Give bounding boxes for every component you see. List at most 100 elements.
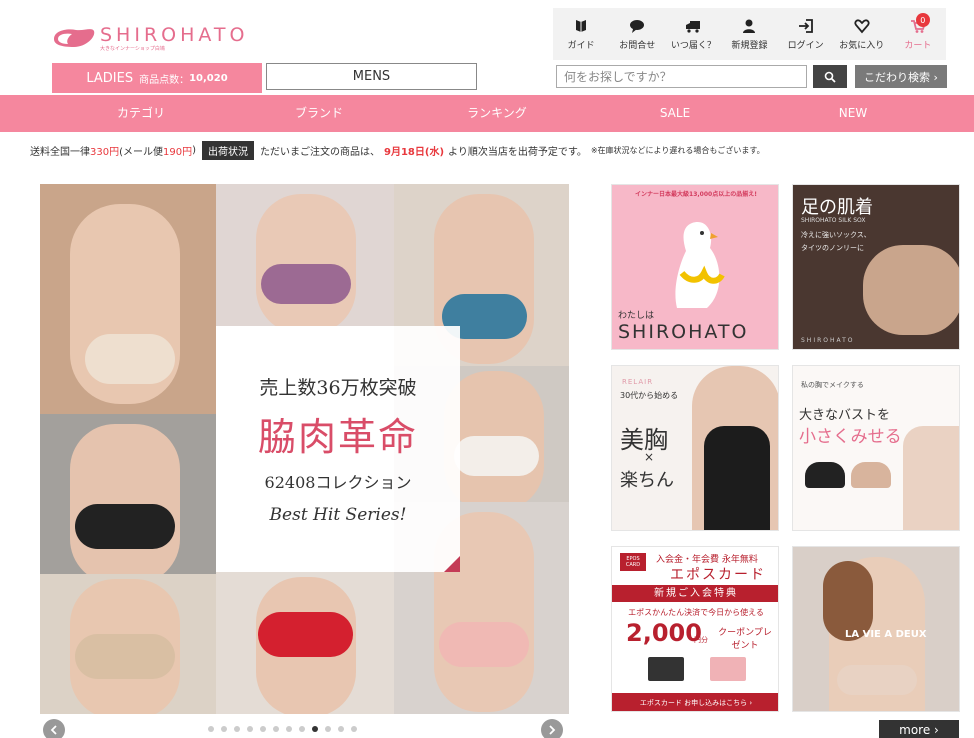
notice-text-5: より順次当店を出荷予定です。: [448, 146, 587, 158]
shirohato-logo[interactable]: SHIROHATO 大きなインナーショップ白鳩: [52, 20, 252, 56]
cart-label: カート: [904, 40, 932, 51]
favorites-label: お気に入り: [839, 40, 885, 51]
banner-2-text: 冷えに強いソックス、タイツのノンリーに: [801, 231, 871, 252]
tab-mens[interactable]: MENS: [266, 63, 477, 90]
advanced-search-button[interactable]: こだわり検索 ›: [855, 65, 947, 88]
notice-text-1: 送料全国一律: [30, 146, 90, 158]
notice-date: 9月18日(水): [384, 146, 445, 158]
banner-6-text: LA VIE A DEUX: [845, 629, 927, 640]
card-black: [648, 657, 684, 681]
banner-2-sub: SHIROHATO SILK SOX: [801, 217, 866, 224]
nav-item-new[interactable]: NEW: [764, 95, 942, 132]
chevron-left-icon: [50, 725, 57, 735]
banner-2-foot: SHIROHATO: [801, 337, 855, 344]
banner-4-a: 私の胸でメイクする: [801, 381, 864, 389]
slider-dot[interactable]: [260, 726, 266, 732]
ladies-count-label: 商品点数：: [139, 74, 190, 86]
banner-5-name: エポスカード: [670, 567, 766, 583]
hero-slider[interactable]: 売上数36万枚突破 脇肉革命 62408コレクション Best Hit Seri…: [40, 184, 569, 714]
banner-6-lingerie: [837, 665, 917, 695]
slider-dots: [208, 726, 357, 732]
banner-4-photo: [903, 426, 959, 530]
login-icon: [798, 18, 813, 33]
slider-dot[interactable]: [286, 726, 292, 732]
nav-item-category[interactable]: カテゴリ: [52, 95, 230, 132]
shipping-status-badge[interactable]: 出荷状況: [202, 140, 254, 160]
search-button[interactable]: [813, 65, 847, 88]
banner-4-b: 大きなバストを: [799, 408, 891, 423]
delivery-button[interactable]: いつ届く？: [665, 8, 721, 60]
guide-label: ガイド: [567, 40, 595, 51]
heart-icon: [854, 18, 870, 33]
slider-prev-button[interactable]: [43, 719, 65, 738]
hero-title: 脇肉革命: [257, 415, 418, 459]
banner-relair[interactable]: RELAIR 30代から始める 美胸 × 楽ちん: [611, 365, 779, 531]
ladies-count-value: 10,020: [189, 72, 228, 84]
user-icon: [743, 19, 756, 33]
banner-shirohato[interactable]: インナー日本最大級13,000点以上の品揃え! わたしは SHIROHATO: [611, 184, 779, 350]
search-placeholder: 何をお探しですか？: [564, 70, 672, 84]
favorites-button[interactable]: お気に入り: [834, 8, 890, 60]
delivery-label: いつ届く？: [670, 40, 716, 51]
logo-sub: 大きなインナーショップ白鳩: [100, 45, 165, 52]
card-pink: [710, 657, 746, 681]
search-input[interactable]: 何をお探しですか？: [556, 65, 807, 88]
shipping-notice: 送料全国一律 330円 (メール便 190円 ) 出荷状況 ただいまご注文の商品…: [30, 140, 765, 160]
tab-ladies[interactable]: LADIES 商品点数： 10,020: [52, 63, 262, 93]
slider-dot[interactable]: [338, 726, 344, 732]
notice-price-1: 330円: [90, 146, 120, 158]
slider-dot[interactable]: [325, 726, 331, 732]
slider-dot[interactable]: [273, 726, 279, 732]
notice-text-4: ただいまご注文の商品は、: [260, 146, 380, 158]
login-label: ログイン: [787, 40, 824, 51]
banner-1-top: インナー日本最大級13,000点以上の品揃え!: [635, 191, 757, 198]
hero-photo: [40, 184, 216, 414]
cart-count-badge: 0: [915, 13, 930, 27]
banner-5-amount: 2,000: [626, 619, 702, 647]
slider-dot[interactable]: [221, 726, 227, 732]
register-button[interactable]: 新規登録: [721, 8, 777, 60]
slider-next-button[interactable]: [541, 719, 563, 738]
banner-epos-card[interactable]: EPOS CARD 入会金・年会費 永年無料 エポスカード 新規ご入会特典 エポ…: [611, 546, 779, 712]
banner-5-line: エポスかんたん決済で今日から使える: [628, 608, 764, 617]
slider-dot[interactable]: [247, 726, 253, 732]
nav-item-brand[interactable]: ブランド: [230, 95, 408, 132]
notice-text-3: ): [192, 144, 196, 156]
slider-dot[interactable]: [234, 726, 240, 732]
header-icon-bar: ガイド お問合せ いつ届く？ 新規登録 ログイン お気に入り 0 カート: [553, 8, 946, 60]
cart-button[interactable]: 0 カート: [890, 8, 946, 60]
banner-minimizer[interactable]: 私の胸でメイクする 大きなバストを 小さくみせる: [792, 365, 960, 531]
banner-3-brand: RELAIR: [622, 378, 654, 386]
notice-small: ※在庫状況などにより遅れる場合もございます。: [590, 145, 765, 155]
login-button[interactable]: ログイン: [778, 8, 834, 60]
banner-5-foot: エポスカード お申し込みはこちら ›: [612, 693, 778, 711]
contact-button[interactable]: お問合せ: [609, 8, 665, 60]
chat-icon: [630, 19, 645, 33]
hero-corner-mark: [444, 556, 460, 572]
slider-dot[interactable]: [208, 726, 214, 732]
slider-dot[interactable]: [351, 726, 357, 732]
banner-5-coupon: クーポンプレゼント: [718, 628, 772, 651]
banner-la-vie-a-deux[interactable]: LA VIE A DEUX: [792, 546, 960, 712]
slider-dot-active[interactable]: [312, 726, 318, 732]
category-nav: カテゴリ ブランド ランキング SALE NEW: [0, 95, 974, 132]
banner-3-d: 楽ちん: [620, 470, 674, 491]
guide-button[interactable]: ガイド: [553, 8, 609, 60]
epos-logo: EPOS CARD: [620, 553, 646, 571]
banner-3-c: ×: [644, 450, 655, 464]
chevron-right-icon: [549, 725, 556, 735]
hero-photo: [40, 574, 216, 714]
more-button[interactable]: more ›: [879, 720, 959, 738]
slider-dot[interactable]: [299, 726, 305, 732]
nav-item-sale[interactable]: SALE: [586, 95, 764, 132]
search-icon: [824, 71, 836, 83]
hero-line-1: 売上数36万枚突破: [259, 377, 417, 399]
banner-5-unit: 円分: [694, 636, 708, 644]
nav-item-ranking[interactable]: ランキング: [408, 95, 586, 132]
hero-collection: 62408コレクション: [264, 473, 412, 492]
banner-silk-sox[interactable]: 足の肌着 SHIROHATO SILK SOX 冷えに強いソックス、タイツのノン…: [792, 184, 960, 350]
banner-1-sub: わたしは: [618, 311, 655, 321]
banner-4-c: 小さくみせる: [799, 427, 902, 447]
tab-ladies-label: LADIES: [86, 70, 134, 86]
logo-name: SHIROHATO: [100, 23, 249, 46]
